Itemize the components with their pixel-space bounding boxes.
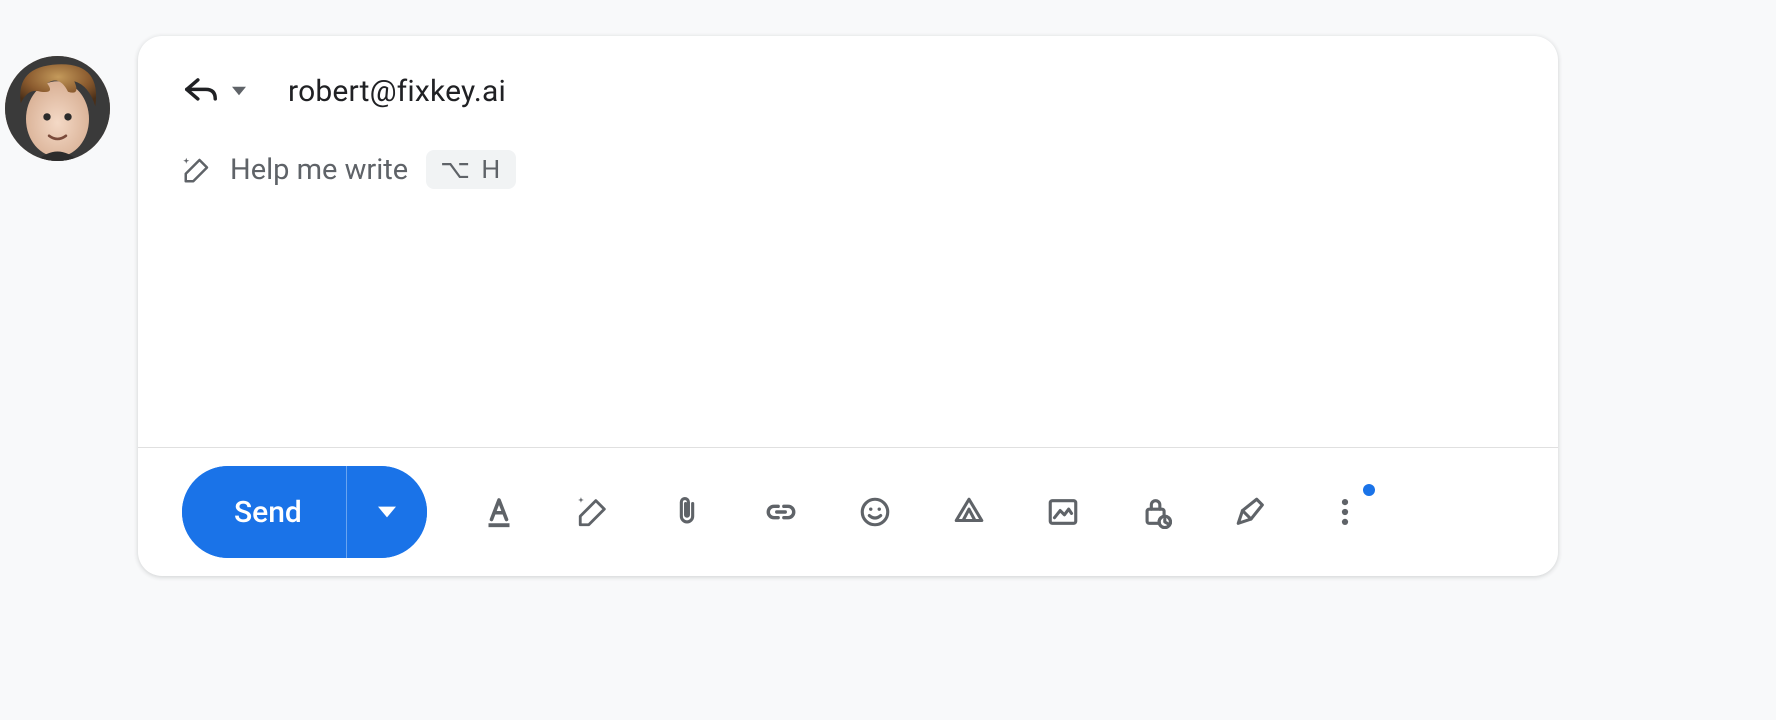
- ai-write-icon[interactable]: [571, 490, 615, 534]
- compose-body[interactable]: Help me write ⌥ H: [138, 110, 1558, 447]
- image-icon[interactable]: [1041, 490, 1085, 534]
- drive-icon[interactable]: [947, 490, 991, 534]
- help-me-write-shortcut: ⌥ H: [426, 150, 516, 189]
- recipient-email[interactable]: robert@fixkey.ai: [288, 74, 506, 109]
- reply-type-dropdown-icon[interactable]: [230, 82, 248, 100]
- user-avatar[interactable]: [5, 56, 110, 161]
- compose-root: robert@fixkey.ai Help me write ⌥ H Send: [0, 0, 1776, 720]
- send-button-group: Send: [182, 466, 427, 558]
- help-me-write-label: Help me write: [230, 153, 408, 187]
- compose-toolbar: Send: [138, 448, 1558, 576]
- send-button[interactable]: Send: [182, 466, 347, 558]
- format-text-icon[interactable]: [477, 490, 521, 534]
- attachment-icon[interactable]: [665, 490, 709, 534]
- link-icon[interactable]: [759, 490, 803, 534]
- compose-header: robert@fixkey.ai: [138, 36, 1558, 110]
- signature-pen-icon[interactable]: [1229, 490, 1273, 534]
- more-options-indicator: [1363, 484, 1375, 496]
- ai-pencil-icon: [182, 155, 212, 185]
- confidential-lock-icon[interactable]: [1135, 490, 1179, 534]
- send-options-dropdown[interactable]: [347, 466, 427, 558]
- help-me-write-button[interactable]: Help me write ⌥ H: [182, 150, 516, 189]
- compose-card: robert@fixkey.ai Help me write ⌥ H Send: [138, 36, 1558, 576]
- reply-icon[interactable]: [182, 72, 220, 110]
- more-options-icon[interactable]: [1323, 490, 1367, 534]
- emoji-icon[interactable]: [853, 490, 897, 534]
